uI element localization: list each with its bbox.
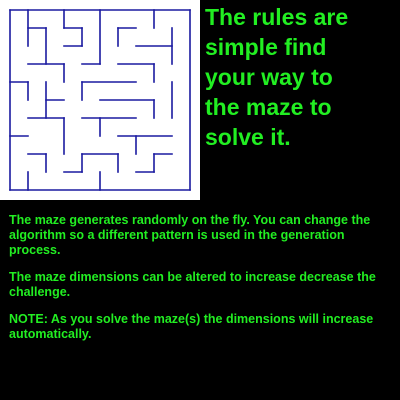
headline-line: the maze to xyxy=(205,94,332,120)
maze-board[interactable] xyxy=(0,0,200,200)
info-paragraph-generation: The maze generates randomly on the fly. … xyxy=(9,213,371,257)
headline-line: solve it. xyxy=(205,124,291,150)
headline-line: your way to xyxy=(205,64,333,90)
rules-headline: The rules are simple find your way to th… xyxy=(205,2,400,152)
headline-line: The rules are xyxy=(205,4,349,30)
info-paragraph-note: NOTE: As you solve the maze(s) the dimen… xyxy=(9,312,374,341)
info-paragraph-dimensions: The maze dimensions can be altered to in… xyxy=(9,270,376,299)
info-panel: The maze generates randomly on the fly. … xyxy=(9,213,394,354)
headline-line: simple find xyxy=(205,34,327,60)
